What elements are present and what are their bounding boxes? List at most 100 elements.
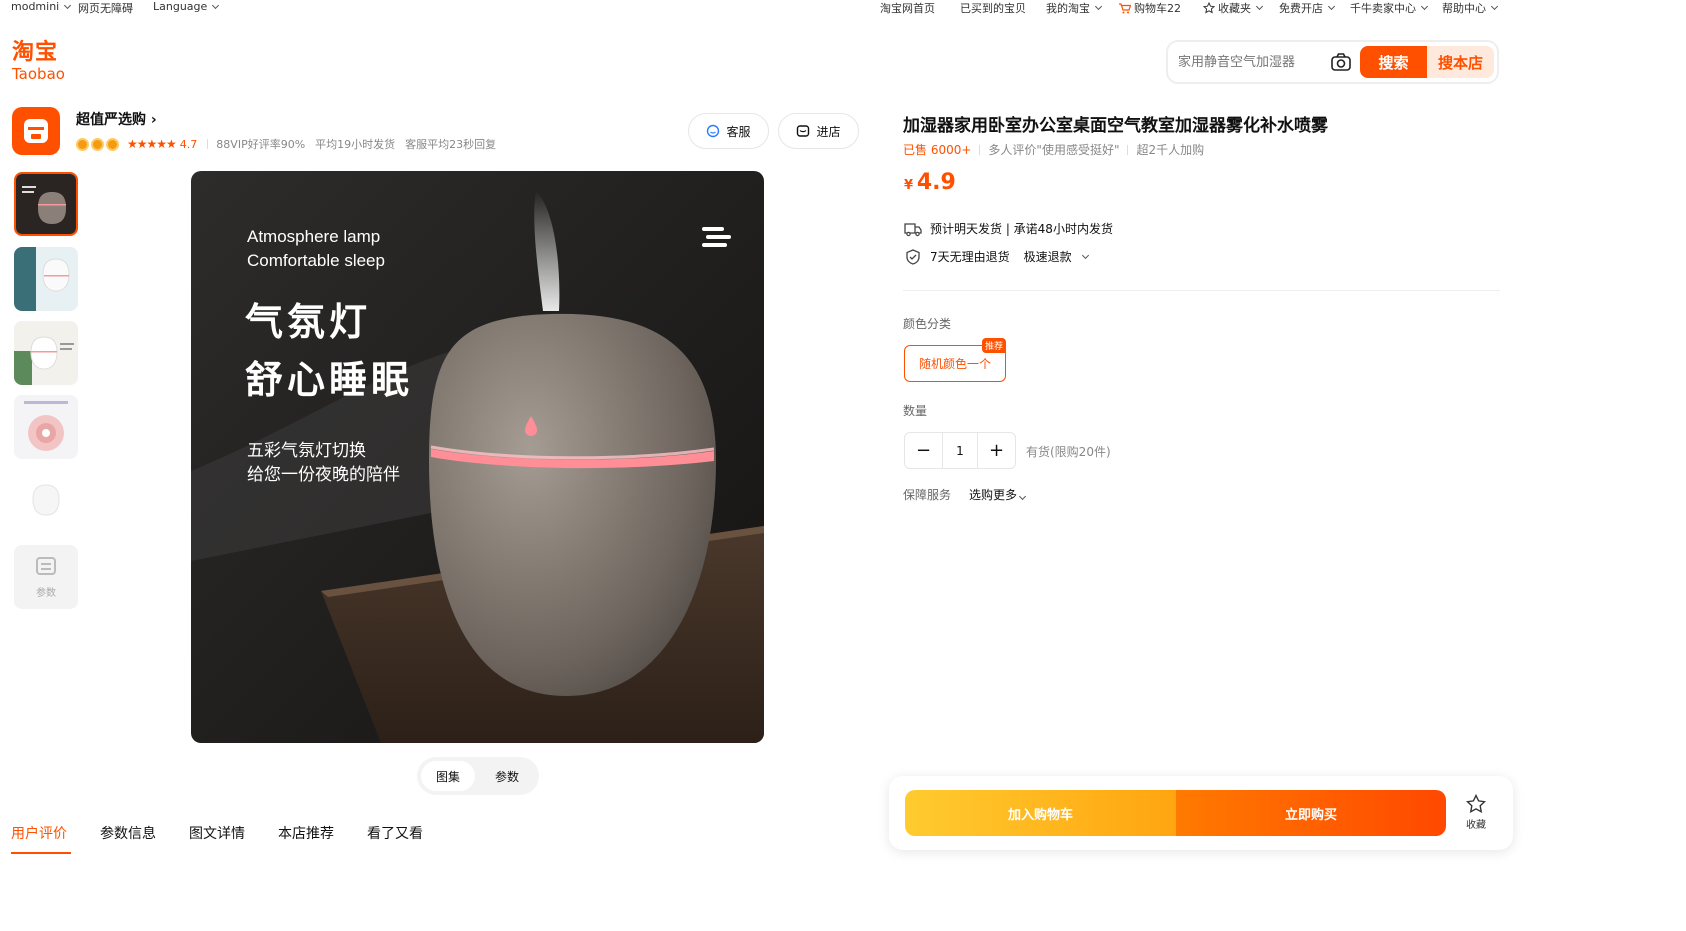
divider — [903, 290, 1500, 291]
search-input[interactable] — [1178, 50, 1328, 74]
top-nav-cart-label: 购物车22 — [1134, 2, 1181, 15]
image-caption-en: Atmosphere lamp Comfortable sleep — [247, 225, 385, 273]
customer-service-button[interactable]: 客服 — [688, 113, 769, 149]
chevron-down-icon — [1420, 2, 1429, 11]
param-thumbnail[interactable]: 参数 — [14, 545, 78, 609]
chevron-down-icon — [64, 1, 72, 9]
top-nav-bought-label: 已买到的宝贝 — [960, 2, 1026, 15]
search-button[interactable]: 搜索 — [1360, 46, 1427, 78]
enter-store-button[interactable]: 进店 — [778, 113, 859, 149]
shipping-text: 预计明天发货 | 承诺48小时内发货 — [930, 222, 1113, 236]
add-to-cart-button[interactable]: 加入购物车 — [905, 790, 1176, 836]
shop-stat-reply: 客服平均23秒回复 — [405, 138, 497, 151]
purchase-bar: 加入购物车 立即购买 收藏 — [889, 776, 1513, 850]
top-nav-open-store-label: 免费开店 — [1279, 2, 1323, 15]
tab-reviews[interactable]: 用户评价 — [11, 823, 67, 843]
search-bar: 搜索 搜本店 — [1166, 40, 1499, 84]
favorite-label: 收藏 — [1466, 820, 1486, 831]
chevron-right-icon: › — [150, 112, 157, 128]
returns-text: 7天无理由退货 — [930, 250, 1010, 264]
thumbnail-2[interactable] — [14, 247, 78, 311]
shop-meta: ★★★★★ 4.7 88VIP好评率90% 平均19小时发货 客服平均23秒回复 — [76, 136, 496, 152]
tab-active-indicator — [11, 852, 71, 854]
top-nav-home[interactable]: 淘宝网首页 — [880, 0, 935, 16]
image-caption-sub-line: 五彩气氛灯切换 — [247, 441, 366, 461]
segment-gallery[interactable]: 图集 — [421, 761, 475, 791]
review-summary: 多人评价"使用感受挺好" — [988, 143, 1120, 157]
logo-en-text: Taobao — [12, 65, 65, 83]
tab-details[interactable]: 图文详情 — [189, 823, 245, 843]
product-subinfo: 已售 6000+ 多人评价"使用感受挺好" 超2千人加购 — [903, 141, 1204, 158]
top-nav-bought[interactable]: 已买到的宝贝 — [960, 0, 1026, 16]
price-value: 4.9 — [916, 170, 956, 195]
shop-name-link[interactable]: 超值严选购 › — [76, 109, 157, 129]
rating-value: 4.7 — [179, 137, 198, 151]
chevron-down-icon — [1094, 2, 1103, 11]
thumbnail-5[interactable] — [14, 471, 78, 535]
divider — [207, 139, 209, 149]
minus-button[interactable]: − — [905, 433, 942, 468]
rating-stars: ★★★★★ — [127, 137, 177, 151]
top-nav-bar: modmini 网页无障碍 Language 淘宝网首页 已买到的宝贝 我的淘宝… — [0, 0, 1686, 16]
sold-count: 已售 6000+ — [903, 143, 972, 157]
buy-now-button[interactable]: 立即购买 — [1176, 790, 1446, 836]
shop-icon — [24, 119, 48, 143]
favorite-button[interactable]: 收藏 — [1457, 794, 1495, 834]
tab-also-viewed[interactable]: 看了又看 — [367, 823, 423, 843]
top-nav-favorites-label: 收藏夹 — [1218, 2, 1251, 15]
recommend-badge: 推荐 — [981, 338, 1006, 353]
segment-params[interactable]: 参数 — [480, 761, 534, 791]
top-nav-open-store[interactable]: 免费开店 — [1279, 0, 1336, 16]
shop-stat-shipping: 平均19小时发货 — [315, 138, 396, 151]
price-currency: ¥ — [904, 178, 914, 193]
chevron-down-icon — [1255, 2, 1264, 11]
top-nav-seller-center[interactable]: 千牛卖家中心 — [1350, 0, 1429, 16]
sku-option-label: 随机颜色一个 — [918, 357, 991, 371]
return-info[interactable]: 7天无理由退货 极速退款 — [904, 248, 1089, 265]
shop-name: 超值严选购 — [76, 112, 146, 128]
plus-button[interactable]: + — [978, 433, 1015, 468]
top-nav-language[interactable]: Language — [153, 0, 220, 13]
divider — [1127, 144, 1129, 155]
more-options-dropdown[interactable]: 选购更多 — [969, 486, 1027, 503]
top-nav-language-label: Language — [153, 0, 208, 13]
chat-icon — [707, 124, 720, 138]
thumbnail-4[interactable] — [14, 395, 78, 459]
chevron-down-icon — [1327, 2, 1336, 11]
main-product-image[interactable]: Atmosphere lamp Comfortable sleep 气氛灯 舒心… — [191, 171, 764, 743]
quantity-input[interactable]: 1 — [942, 433, 978, 468]
tab-params[interactable]: 参数信息 — [100, 823, 156, 843]
top-nav-favorites[interactable]: 收藏夹 — [1203, 0, 1264, 16]
thumbnail-3[interactable] — [14, 321, 78, 385]
thumbnail-image — [14, 395, 78, 459]
top-nav-cart[interactable]: 购物车22 — [1119, 0, 1181, 16]
top-nav-help-label: 帮助中心 — [1442, 2, 1486, 15]
thumbnail-1[interactable] — [14, 172, 78, 236]
tab-store-recs[interactable]: 本店推荐 — [278, 823, 334, 843]
sku-option[interactable]: 随机颜色一个 推荐 — [904, 338, 1006, 382]
divider — [979, 144, 981, 155]
top-nav-user-label: modmini — [11, 0, 60, 13]
star-icon — [1466, 794, 1486, 813]
price: ¥ 4.9 — [904, 170, 956, 195]
shield-icon — [906, 248, 920, 265]
thumbnail-image — [14, 247, 78, 311]
crown-icon — [106, 137, 119, 151]
shop-avatar[interactable] — [12, 107, 60, 155]
thumbnail-image — [14, 321, 78, 385]
chevron-down-icon — [1490, 2, 1499, 11]
image-caption-en-line: Comfortable sleep — [247, 251, 385, 270]
camera-icon[interactable] — [1330, 52, 1352, 72]
top-nav-accessibility[interactable]: 网页无障碍 — [78, 0, 133, 16]
top-nav-home-label: 淘宝网首页 — [880, 2, 935, 15]
top-nav-user[interactable]: modmini — [11, 0, 72, 13]
more-options-label: 选购更多 — [969, 488, 1018, 502]
taobao-logo[interactable]: 淘宝 Taobao — [12, 40, 72, 85]
search-store-button[interactable]: 搜本店 — [1427, 46, 1494, 78]
top-nav-seller-center-label: 千牛卖家中心 — [1350, 2, 1416, 15]
image-caption-cn: 气氛灯 舒心睡眠 — [245, 293, 413, 409]
image-caption-cn-line: 舒心睡眠 — [245, 358, 414, 402]
logo-cn-text: 淘宝 — [12, 40, 59, 65]
top-nav-help[interactable]: 帮助中心 — [1442, 0, 1499, 16]
top-nav-my-taobao[interactable]: 我的淘宝 — [1046, 0, 1103, 16]
